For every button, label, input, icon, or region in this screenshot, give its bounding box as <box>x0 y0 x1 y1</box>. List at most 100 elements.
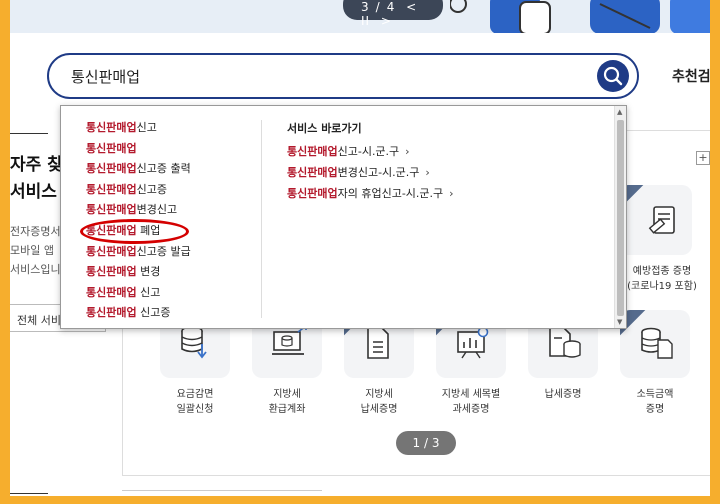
banner-pause-button[interactable]: II <box>361 14 370 28</box>
tile-label-line1: 소득금액 <box>636 389 674 400</box>
tile-label-tax-refund-account: 지방세 환급계좌 <box>247 387 327 417</box>
left-divider <box>10 133 48 134</box>
quick-link-highlight: 통신판매업 <box>287 187 338 200</box>
quick-link-rest: 변경신고-시.군.구 <box>337 166 420 179</box>
suggestion-highlight: 통신판매업 <box>86 285 137 299</box>
quick-link[interactable]: 통신판매업변경신고-시.군.구 › <box>287 163 454 184</box>
suggestion-rest: 신고 <box>136 121 157 134</box>
quick-link[interactable]: 통신판매업신고-시.군.구 › <box>287 142 454 163</box>
left-title-line1: 자주 찾 <box>10 155 63 175</box>
banner-illustration <box>450 0 710 33</box>
syringe-document-icon <box>648 206 675 234</box>
suggestion-highlight: 통신판매업 <box>86 182 137 196</box>
dropdown-scrollbar[interactable]: ▲ ▼ <box>614 106 626 328</box>
document-icon <box>367 327 389 359</box>
suggestion-highlight: 통신판매업 <box>86 265 137 279</box>
quick-link-rest: 신고-시.군.구 <box>337 145 400 158</box>
suggestion-item[interactable]: 통신판매업 신고증 <box>86 303 191 324</box>
left-description: 전자증명서 모바일 앱 서비스입니 <box>10 222 61 279</box>
suggestion-rest: 신고증 발급 <box>136 244 191 258</box>
quick-links-list: 통신판매업신고-시.군.구 › 통신판매업변경신고-시.군.구 › 통신판매업자의 … <box>287 142 454 205</box>
suggestion-item[interactable]: 통신판매업변경신고 <box>86 200 191 221</box>
left-desc-line1: 전자증명서 <box>10 225 61 238</box>
suggestion-item[interactable]: 통신판매업신고 <box>86 118 191 139</box>
dropdown-divider <box>261 120 262 318</box>
tile-label-income-certificate: 소득금액 증명 <box>615 387 695 417</box>
tile-label-line1: 납세증명 <box>544 389 582 400</box>
scroll-up-arrow-icon[interactable]: ▲ <box>617 108 622 116</box>
search-button[interactable] <box>597 60 629 92</box>
suggestion-rest: 신고 <box>136 285 161 299</box>
banner-pager: 3 / 4 < II > <box>343 0 443 28</box>
document-database-icon <box>549 327 581 358</box>
suggestion-rest: 신고증 <box>136 182 167 196</box>
service-tile-vaccination[interactable] <box>618 185 692 255</box>
database-document-icon <box>641 327 673 359</box>
search-bar <box>47 53 639 99</box>
service-label-vaccination: 예방접종 증명 (코로나19 포함) <box>622 264 702 294</box>
chevron-right-icon: › <box>405 145 410 158</box>
tile-label-tax-payment-certificate: 납세증명 <box>523 387 603 402</box>
suggestion-item[interactable]: 통신판매업신고증 출력 <box>86 159 191 180</box>
suggestion-rest: 신고증 출력 <box>136 162 191 176</box>
quick-link-highlight: 통신판매업 <box>287 145 338 158</box>
quick-link[interactable]: 통신판매업자의 휴업신고-시.군.구 › <box>287 184 454 205</box>
page-frame: 3/4 < II > 추천검 자주 찾 서비스 전자증명서 모 <box>10 0 710 496</box>
laptop-database-icon <box>272 326 307 355</box>
suggestion-item[interactable]: 통신판매업신고증 발급 <box>86 242 191 263</box>
chevron-right-icon: › <box>449 187 454 200</box>
chart-magnifier-icon <box>457 326 489 359</box>
tile-label-line1: 지방세 <box>273 389 301 400</box>
chevron-right-icon: › <box>425 166 430 179</box>
bottom-divider <box>10 493 48 494</box>
suggestion-rest: 변경 <box>136 265 161 279</box>
recommend-search-label[interactable]: 추천검 <box>672 66 710 86</box>
tile-label-line2: 환급계좌 <box>268 404 306 415</box>
autocomplete-dropdown: 통신판매업신고 통신판매업 통신판매업신고증 출력 통신판매업신고증 통신판매업… <box>60 105 627 329</box>
suggestion-item[interactable]: 통신판매업 변경 <box>86 262 191 283</box>
tile-label-line2: 과세증명 <box>452 404 490 415</box>
banner-prev-button[interactable]: < <box>406 0 417 14</box>
left-section-title: 자주 찾 서비스 <box>10 152 63 206</box>
suggestion-rest: 변경신고 <box>136 203 178 217</box>
suggestion-item[interactable]: 통신판매업 <box>86 139 191 160</box>
suggestion-highlight: 통신판매업 <box>86 121 137 134</box>
services-pager[interactable]: 1 / 3 <box>396 431 456 455</box>
expand-button[interactable]: + <box>696 151 710 165</box>
scroll-thumb[interactable] <box>617 120 624 316</box>
tile-label-line1: 지방세 세목별 <box>441 389 501 400</box>
highlight-annotation-oval <box>80 219 189 244</box>
left-desc-line3: 서비스입니 <box>10 263 61 276</box>
tile-label-tax-item-certificate: 지방세 세목별 과세증명 <box>431 387 511 417</box>
database-download-icon <box>181 326 207 359</box>
left-desc-line2: 모바일 앱 <box>10 244 54 257</box>
suggestion-highlight: 통신판매업 <box>86 141 137 155</box>
suggestion-highlight: 통신판매업 <box>86 162 137 176</box>
tile-label-line2: 납세증명 <box>360 404 398 415</box>
search-input[interactable] <box>71 64 571 88</box>
suggestion-highlight: 통신판매업 <box>86 203 137 217</box>
quick-link-highlight: 통신판매업 <box>287 166 338 179</box>
left-title-line2: 서비스 <box>10 182 57 202</box>
suggestion-rest: 신고증 <box>136 306 171 320</box>
banner-total: 4 <box>386 0 396 14</box>
bottom-section <box>122 490 322 496</box>
search-icon <box>603 66 623 86</box>
suggestion-highlight: 통신판매업 <box>86 244 137 258</box>
tile-label-line1: 요금감면 <box>176 389 214 400</box>
tile-label-fee-reduction: 요금감면 일괄신청 <box>155 387 235 417</box>
scroll-down-arrow-icon[interactable]: ▼ <box>617 318 622 326</box>
tile-label-line2: (코로나19 포함) <box>627 281 697 292</box>
tile-label-line2: 일괄신청 <box>176 404 214 415</box>
banner-sep: / <box>375 0 381 14</box>
service-tile-income-certificate[interactable] <box>620 310 690 378</box>
tile-label-line1: 지방세 <box>365 389 393 400</box>
tile-label-line1: 예방접종 증명 <box>632 266 692 277</box>
suggestion-item[interactable]: 통신판매업 신고 <box>86 283 191 304</box>
quick-links-title: 서비스 바로가기 <box>287 122 362 135</box>
suggestion-item[interactable]: 통신판매업신고증 <box>86 180 191 201</box>
tile-label-line2: 증명 <box>645 404 665 415</box>
banner-next-button[interactable]: > <box>381 14 392 28</box>
banner-current: 3 <box>361 0 370 14</box>
top-banner: 3 / 4 < II > <box>10 0 710 33</box>
